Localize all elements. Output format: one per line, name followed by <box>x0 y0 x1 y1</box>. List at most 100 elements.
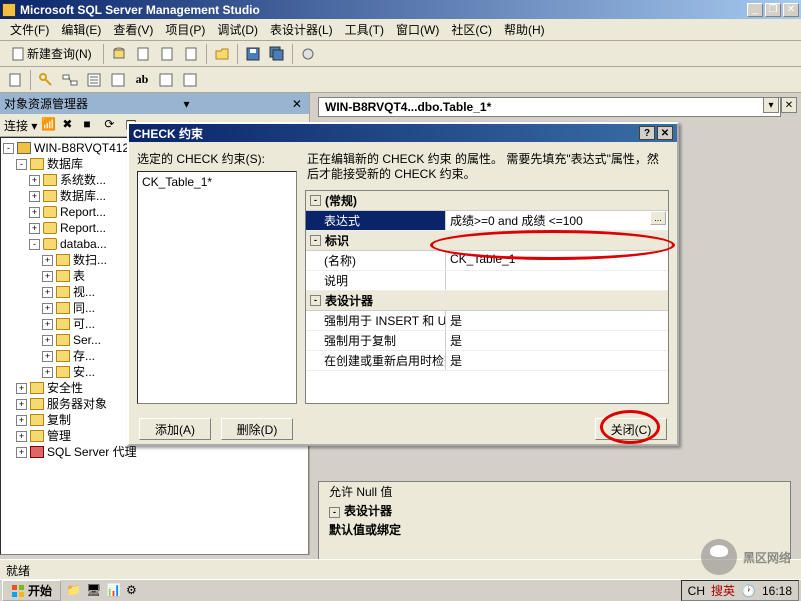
taskbar: 开始 📁 🖥 📊 ⚙ CH 搜英 🕐 16:18 <box>0 579 801 601</box>
tb-rel[interactable] <box>59 69 81 91</box>
dialog-titlebar: CHECK 约束 ? ✕ <box>129 124 677 142</box>
saveall-icon <box>269 46 285 62</box>
tb-activity[interactable] <box>297 43 319 65</box>
lp-default: 默认值或绑定 <box>329 523 401 537</box>
activity-icon <box>300 46 316 62</box>
quicklaunch-1[interactable]: 📁 <box>65 582 83 600</box>
pg-row-insert[interactable]: 强制用于 INSERT 和 UPDATE是 <box>306 311 668 331</box>
tb-saveall[interactable] <box>266 43 288 65</box>
window-titlebar: Microsoft SQL Server Management Studio _… <box>0 0 801 19</box>
tb-btn-1[interactable] <box>108 43 130 65</box>
menu-table-designer[interactable]: 表设计器(L) <box>264 19 339 40</box>
pg-val-expression[interactable]: 成绩>=0 and 成绩 <=100 <box>450 214 583 228</box>
ellipsis-button[interactable]: ... <box>650 211 666 225</box>
tb-pk[interactable] <box>35 69 57 91</box>
tb-generate-script[interactable] <box>4 69 26 91</box>
tb-btn-4[interactable] <box>180 43 202 65</box>
tree-report1: Report... <box>60 204 106 220</box>
connect-icon[interactable]: 📶 <box>40 116 58 134</box>
watermark-icon <box>701 539 737 575</box>
pg-row-repl[interactable]: 强制用于复制是 <box>306 331 668 351</box>
dialog-close-button[interactable]: ✕ <box>657 126 673 140</box>
new-query-icon <box>11 46 27 62</box>
tb-btn-3[interactable] <box>156 43 178 65</box>
tray-lang[interactable]: CH <box>688 584 705 598</box>
menu-debug[interactable]: 调试(D) <box>211 19 264 40</box>
menu-community[interactable]: 社区(C) <box>445 19 498 40</box>
watermark: 黑区网络 <box>701 539 791 575</box>
tb-fulltext[interactable]: ab <box>131 69 153 91</box>
tb-btn-2[interactable] <box>132 43 154 65</box>
new-query-label: 新建查询(N) <box>27 45 92 62</box>
quicklaunch-2[interactable]: 🖥 <box>85 582 103 600</box>
lp-nullable: 允许 Null 值 <box>329 483 489 500</box>
close-dialog-button[interactable]: 关闭(C) <box>595 418 667 440</box>
tree-views: 视... <box>73 284 95 300</box>
relation-icon <box>62 72 78 88</box>
pg-cat-designer[interactable]: -表设计器 <box>306 291 668 311</box>
menu-file[interactable]: 文件(F) <box>4 19 55 40</box>
maximize-button[interactable]: ❐ <box>765 3 781 17</box>
quicklaunch-3[interactable]: 📊 <box>105 582 123 600</box>
tb-save[interactable] <box>242 43 264 65</box>
pane-pin-icon[interactable]: ▾ <box>183 97 189 111</box>
doc-close-button[interactable]: ✕ <box>781 97 797 113</box>
pg-row-check[interactable]: 在创建或重新启用时检查现有数据是 <box>306 351 668 371</box>
check-constraint-icon <box>110 72 126 88</box>
menu-view[interactable]: 查看(V) <box>107 19 159 40</box>
app-icon <box>2 3 16 17</box>
tb-xml[interactable] <box>155 69 177 91</box>
delete-button[interactable]: 删除(D) <box>221 418 293 440</box>
tb-open[interactable] <box>211 43 233 65</box>
tb-spatial[interactable] <box>179 69 201 91</box>
object-explorer-title-text: 对象资源管理器 <box>4 95 88 112</box>
menu-help[interactable]: 帮助(H) <box>498 19 551 40</box>
tree-server: WIN-B8RVQT412... <box>34 140 139 156</box>
tree-userdb: databa... <box>60 236 107 252</box>
connect-dropdown[interactable]: 连接 ▾ <box>4 117 37 134</box>
tree-tables: 表 <box>73 268 85 284</box>
doc-dropdown-icon[interactable]: ▾ <box>763 97 779 113</box>
disconnect-icon[interactable]: ✖ <box>61 116 79 134</box>
constraint-list-item[interactable]: CK_Table_1* <box>140 174 294 190</box>
pg-cat-general[interactable]: -(常规) <box>306 191 668 211</box>
dialog-help-button[interactable]: ? <box>639 126 655 140</box>
tray-ime[interactable]: 搜英 <box>711 582 735 599</box>
stop-icon[interactable]: ■ <box>82 116 100 134</box>
menu-bar: 文件(F) 编辑(E) 查看(V) 项目(P) 调试(D) 表设计器(L) 工具… <box>0 19 801 41</box>
constraint-info-text: 正在编辑新的 CHECK 约束 的属性。 需要先填充"表达式"属性，然后才能接受… <box>305 150 669 182</box>
menu-window[interactable]: 窗口(W) <box>390 19 445 40</box>
start-button[interactable]: 开始 <box>2 580 61 601</box>
pg-row-name[interactable]: (名称)CK_Table_1 <box>306 251 668 271</box>
constraints-listbox[interactable]: CK_Table_1* <box>137 171 297 404</box>
pg-key-expression: 表达式 <box>306 211 446 230</box>
minimize-button[interactable]: _ <box>747 3 763 17</box>
tb-check[interactable] <box>107 69 129 91</box>
system-tray: CH 搜英 🕐 16:18 <box>681 580 799 601</box>
pg-row-desc[interactable]: 说明 <box>306 271 668 291</box>
refresh-icon[interactable]: ⟳ <box>103 116 121 134</box>
document-tab[interactable]: WIN-B8RVQT4...dbo.Table_1* <box>318 97 781 117</box>
tree-sb: Ser... <box>73 332 101 348</box>
menu-tools[interactable]: 工具(T) <box>339 19 390 40</box>
db-icon <box>111 46 127 62</box>
open-icon <box>214 46 230 62</box>
tb-index[interactable] <box>83 69 105 91</box>
tree-databases: 数据库 <box>47 156 83 172</box>
new-query-button[interactable]: 新建查询(N) <box>4 43 99 65</box>
pg-cat-identity[interactable]: -标识 <box>306 231 668 251</box>
spatial-icon <box>182 72 198 88</box>
pane-close-button[interactable]: ✕ <box>289 97 305 111</box>
status-bar: 就绪 <box>0 559 801 579</box>
tree-replication: 复制 <box>47 412 71 428</box>
watermark-text: 黑区网络 <box>743 549 791 566</box>
menu-edit[interactable]: 编辑(E) <box>55 19 107 40</box>
quicklaunch-4[interactable]: ⚙ <box>125 582 143 600</box>
menu-project[interactable]: 项目(P) <box>159 19 211 40</box>
pg-row-expression[interactable]: 表达式 成绩>=0 and 成绩 <=100... <box>306 211 668 231</box>
add-button[interactable]: 添加(A) <box>139 418 211 440</box>
doc-tab-label: WIN-B8RVQT4...dbo.Table_1* <box>325 100 491 114</box>
tree-dbsnap: 数据库... <box>60 188 106 204</box>
index-icon <box>86 72 102 88</box>
close-button[interactable]: ✕ <box>783 3 799 17</box>
